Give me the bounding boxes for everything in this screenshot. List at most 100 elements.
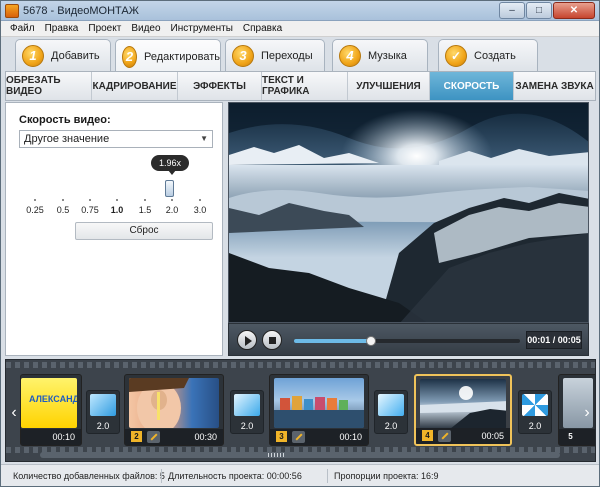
timeline-scrollbar[interactable]	[40, 452, 560, 458]
tab-effects[interactable]: ЭФФЕКТЫ	[178, 72, 262, 100]
menu-bar: Файл Правка Проект Видео Инструменты Спр…	[1, 21, 599, 37]
tab-speed[interactable]: СКОРОСТЬ	[430, 72, 514, 100]
clip-number: 3	[276, 431, 287, 442]
tab-text-graphics[interactable]: ТЕКСТ И ГРАФИКА	[262, 72, 348, 100]
timeline-clip[interactable]: 2 00:30	[124, 374, 224, 446]
speed-dropdown-value: Другое значение	[24, 133, 110, 145]
transition-item[interactable]: 2.0	[374, 390, 408, 434]
wizard-steps: 1 Добавить 2 Редактировать 3 Переходы 4 …	[1, 37, 599, 73]
stop-button[interactable]	[262, 330, 282, 350]
progress-fill	[294, 339, 371, 343]
scale-label: 2.0	[165, 205, 179, 215]
menu-tools[interactable]: Инструменты	[166, 23, 238, 34]
tab-crop[interactable]: КАДРИРОВАНИЕ	[92, 72, 178, 100]
child-photo	[129, 378, 189, 428]
transition-duration: 2.0	[96, 421, 110, 431]
clip-number: 2	[131, 431, 142, 442]
clip-thumbnail: АЛЕКСАНДРА	[21, 378, 77, 428]
tab-trim[interactable]: ОБРЕЗАТЬ ВИДЕО	[6, 72, 92, 100]
scale-label: 3.0	[193, 205, 207, 215]
stop-icon	[269, 337, 276, 344]
mountain-photo	[420, 386, 506, 429]
tab-enhancements[interactable]: УЛУЧШЕНИЯ	[348, 72, 430, 100]
speed-slider-thumb[interactable]	[165, 180, 174, 197]
slider-tick	[89, 199, 91, 201]
status-duration: Длительность проекта: 00:00:56	[161, 469, 302, 483]
step-music[interactable]: 4 Музыка	[332, 39, 428, 72]
step-label: Добавить	[51, 50, 100, 62]
app-icon	[5, 4, 19, 18]
step-create[interactable]: ✓ Создать	[438, 39, 538, 72]
timeline-clip[interactable]: 3 00:10	[269, 374, 369, 446]
clip-number: 4	[422, 430, 433, 441]
speed-label: Скорость видео:	[19, 114, 111, 126]
title-bar: 5678 - ВидеоМОНТАЖ – □ ✕	[1, 1, 599, 21]
close-button[interactable]: ✕	[553, 2, 595, 19]
transition-item[interactable]: 2.0	[518, 390, 552, 434]
transition-thumbnail	[522, 394, 548, 416]
playback-progress[interactable]	[294, 336, 520, 346]
step-number-badge: 2	[122, 45, 137, 68]
speed-panel: Скорость видео: Другое значение ▼ 1.96x …	[5, 102, 223, 356]
speed-slider-track[interactable]	[29, 189, 201, 190]
edit-icon[interactable]	[438, 430, 451, 442]
time-display: 00:01 / 00:05	[526, 331, 582, 349]
maximize-button[interactable]: □	[526, 2, 552, 19]
menu-video[interactable]: Видео	[126, 23, 165, 34]
play-icon	[245, 336, 252, 346]
transition-duration: 2.0	[528, 421, 542, 431]
play-button[interactable]	[237, 330, 257, 350]
step-number-badge: 1	[22, 45, 44, 67]
step-label: Переходы	[261, 50, 313, 62]
scroll-left-icon[interactable]: ‹	[7, 404, 21, 422]
scale-label: 0.5	[56, 205, 70, 215]
transition-item[interactable]: 2.0	[86, 390, 120, 434]
transition-thumbnail	[90, 394, 116, 416]
clip-info-bar: 2 00:30	[125, 429, 223, 445]
step-number-badge: 4	[339, 45, 361, 67]
transition-item[interactable]: 2.0	[230, 390, 264, 434]
speed-dropdown[interactable]: Другое значение ▼	[19, 130, 213, 148]
scale-label: 0.75	[81, 205, 99, 215]
status-bar: Количество добавленных файлов: 5 Длитель…	[1, 464, 599, 486]
status-aspect: Пропорции проекта: 16:9	[327, 469, 439, 483]
slider-tick	[62, 199, 64, 201]
transition-thumbnail	[378, 394, 404, 416]
reset-button[interactable]: Сброс	[75, 222, 213, 240]
step-label: Музыка	[368, 50, 407, 62]
clip-caption: АЛЕКСАНДРА	[29, 394, 77, 404]
scrollbar-grip[interactable]	[268, 453, 284, 457]
tab-replace-audio[interactable]: ЗАМЕНА ЗВУКА	[514, 72, 595, 100]
video-preview	[228, 102, 589, 323]
menu-file[interactable]: Файл	[5, 23, 40, 34]
edit-icon[interactable]	[292, 431, 305, 443]
transition-duration: 2.0	[240, 421, 254, 431]
slider-tick	[34, 199, 36, 201]
timeline-clip[interactable]: АЛЕКСАНДРА 00:10	[20, 374, 82, 446]
speed-tooltip: 1.96x	[151, 155, 189, 171]
clip-number: 5	[568, 432, 573, 441]
edit-icon[interactable]	[147, 431, 160, 443]
clip-duration: 00:10	[52, 432, 75, 442]
menu-project[interactable]: Проект	[83, 23, 126, 34]
slider-tick	[144, 199, 146, 201]
clip-thumbnail	[129, 378, 219, 428]
film-sprockets	[6, 362, 595, 368]
step-transitions[interactable]: 3 Переходы	[225, 39, 325, 72]
clip-duration: 00:05	[481, 431, 504, 441]
timeline-clip-selected[interactable]: 4 00:05	[414, 374, 512, 446]
step-edit[interactable]: 2 Редактировать	[115, 39, 221, 73]
minimize-button[interactable]: –	[499, 2, 525, 19]
clip-duration: 00:10	[339, 432, 362, 442]
progress-knob[interactable]	[365, 336, 376, 346]
step-number-badge: 3	[232, 45, 254, 67]
menu-help[interactable]: Справка	[238, 23, 287, 34]
check-icon: ✓	[445, 45, 467, 67]
menu-edit[interactable]: Правка	[40, 23, 84, 34]
clip-info-bar: 3 00:10	[270, 429, 368, 445]
step-add[interactable]: 1 Добавить	[15, 39, 111, 72]
chevron-down-icon: ▼	[200, 134, 208, 143]
slider-tick	[199, 199, 201, 201]
scroll-right-icon[interactable]: ›	[580, 404, 594, 422]
transition-duration: 2.0	[384, 421, 398, 431]
